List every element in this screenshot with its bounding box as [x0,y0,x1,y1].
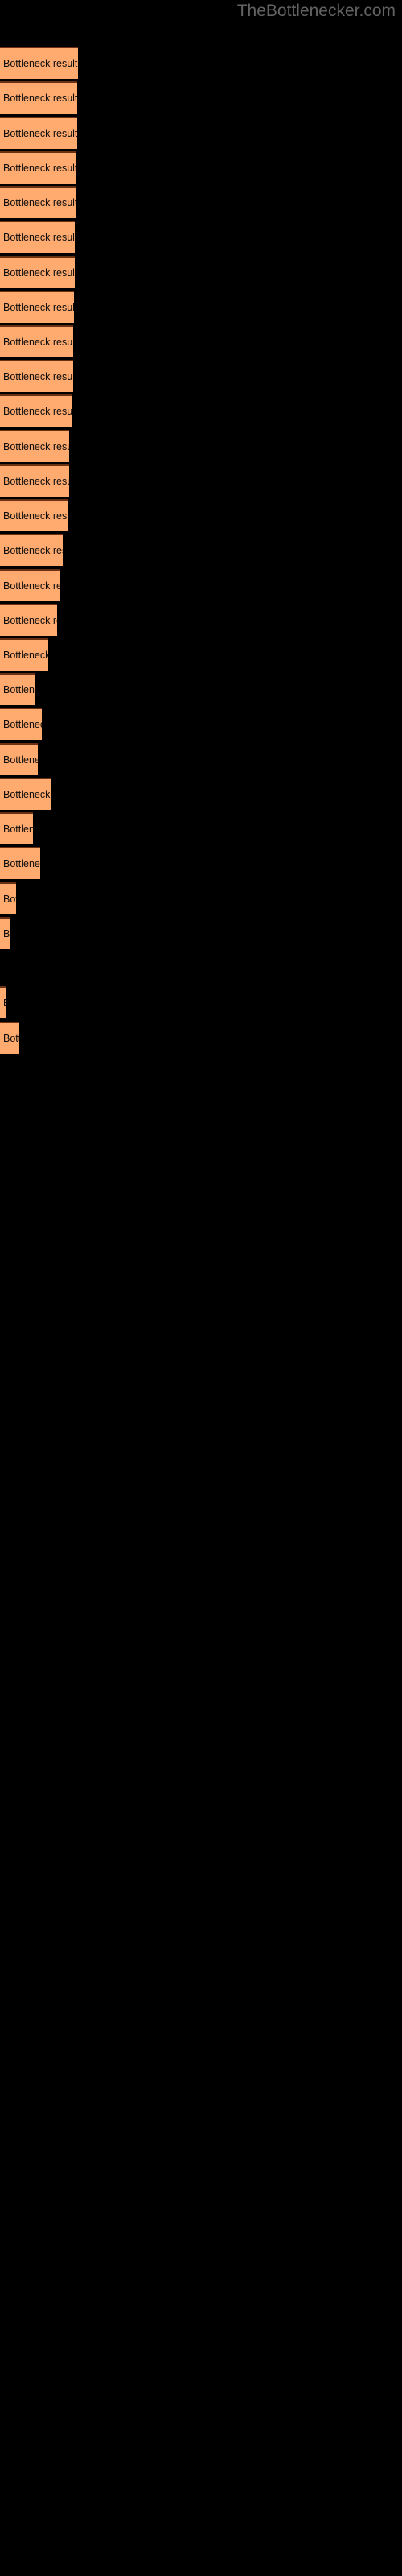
bar [0,221,75,253]
bottleneck-bar-chart: TheBottlenecker.com Bottleneck result Bot… [0,0,402,2576]
bar [0,569,60,601]
bar [0,778,51,810]
bar [0,291,74,323]
bar [0,638,48,671]
bar [0,256,75,288]
bar [0,743,38,775]
bar [0,812,33,844]
bar [0,325,73,357]
bar [0,708,42,740]
bar [0,534,63,566]
site-watermark: TheBottlenecker.com [236,2,396,20]
bar [0,464,69,497]
bar [0,917,10,949]
bar [0,81,77,114]
bar [0,882,16,914]
bar [0,47,78,79]
bar [0,430,69,462]
bar [0,360,73,392]
bar [0,499,68,531]
bar [0,986,6,1018]
bar [0,151,76,184]
bar [0,673,35,705]
bar [0,186,76,218]
bar [0,847,40,879]
bar [0,1022,19,1054]
bar [0,604,57,636]
bar [0,394,72,427]
bar [0,117,77,149]
